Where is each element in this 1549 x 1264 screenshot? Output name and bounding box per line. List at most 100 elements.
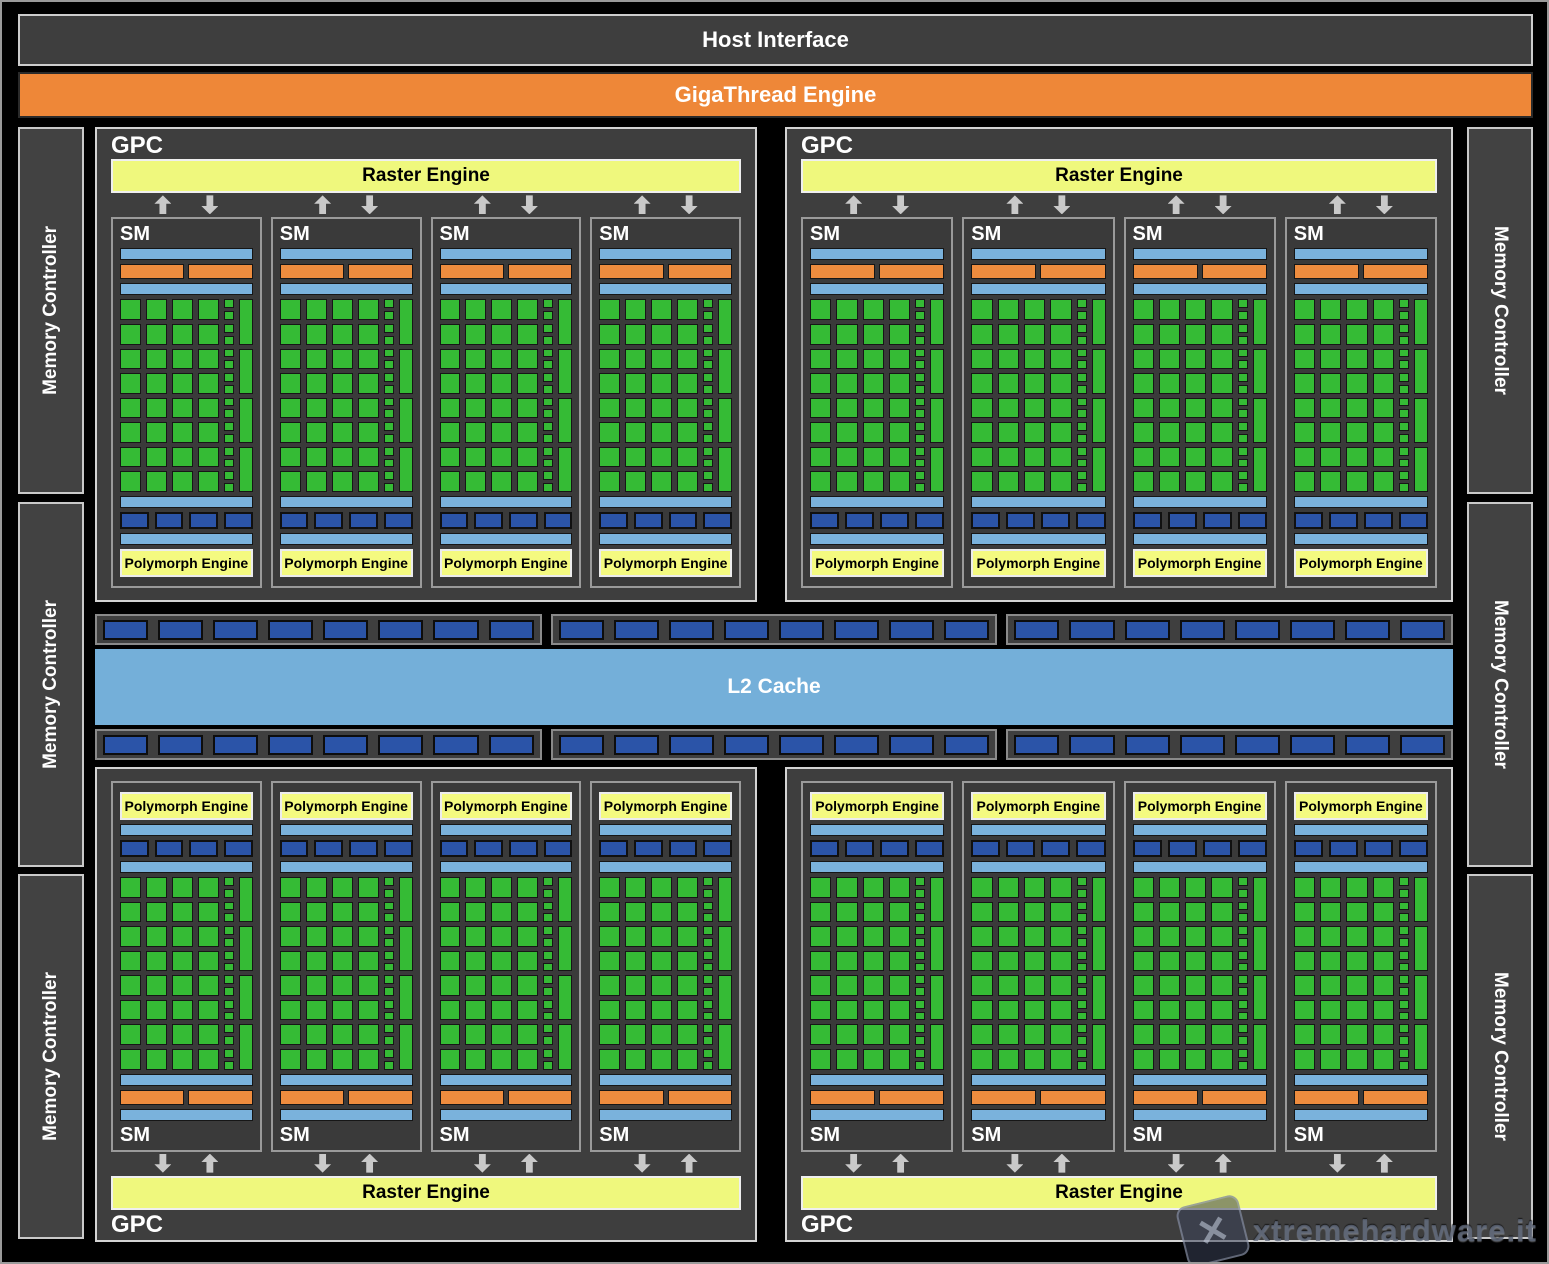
ldst-stack (703, 950, 713, 972)
ldst-unit-cell (703, 901, 713, 911)
cuda-core-cell (491, 926, 513, 947)
cuda-core-cell (971, 1024, 993, 1046)
memory-controller-label: Memory Controller (40, 972, 61, 1141)
sm-row: SM Polymorph Engine SM Polymorph Engine SM Po… (111, 217, 741, 588)
sfu-cell (1252, 348, 1267, 394)
cuda-core-cell (677, 323, 698, 345)
cuda-core-cell (862, 901, 884, 923)
polymorph-engine-block: Polymorph Engine (1293, 792, 1428, 820)
rop-cell (1234, 619, 1280, 640)
sfu-cell (238, 397, 253, 443)
cuda-core-cell (171, 446, 193, 468)
texture-unit-cell (314, 840, 344, 857)
ldst-stack (1076, 446, 1087, 468)
arrow-up-icon (680, 1153, 698, 1173)
cuda-core-cell (1211, 999, 1233, 1021)
ldst-unit-cell (1237, 1049, 1248, 1058)
ldst-unit-cell (1237, 913, 1248, 923)
scheduler-cell (971, 264, 1037, 280)
cuda-core-cell (279, 950, 301, 972)
cuda-core-cell (145, 926, 167, 947)
polymorph-engine-block: Polymorph Engine (599, 549, 732, 577)
ldst-unit-cell (703, 1060, 713, 1070)
cuda-core-cell (517, 299, 539, 320)
rop-strip (1006, 729, 1454, 760)
ldst-unit-cell (1399, 335, 1409, 345)
cuda-core-cell (1185, 1049, 1207, 1070)
cuda-core-cell (862, 950, 884, 972)
cuda-core-cell (971, 950, 993, 972)
ldst-stack (915, 422, 926, 443)
sm-label: SM (120, 223, 150, 246)
scheduler-cell (667, 264, 732, 280)
sfu-cell (238, 299, 253, 345)
cuda-core-cell (1372, 926, 1394, 947)
cuda-core-cell (279, 323, 301, 345)
cuda-core-cell (197, 950, 219, 972)
cuda-core-cell (810, 397, 832, 419)
ldst-stack (915, 446, 926, 468)
cuda-core-cell (677, 950, 698, 972)
cuda-core-cell (145, 397, 167, 419)
cuda-core-cell (677, 348, 698, 370)
ldst-unit-cell (543, 987, 554, 996)
ldst-unit-cell (703, 877, 713, 886)
cache-bar (1132, 283, 1267, 296)
sfu-cell (398, 877, 413, 923)
cuda-core-cell (1050, 999, 1072, 1021)
ldst-unit-cell (543, 877, 554, 886)
sm-block: SM Polymorph Engine (801, 217, 954, 588)
cuda-core-cell (1023, 999, 1046, 1021)
cuda-core-cell (599, 950, 621, 972)
sm-raster-arrow-pair (1124, 1153, 1276, 1174)
memory-controller-label: Memory Controller (1490, 972, 1511, 1141)
ldst-unit-cell (703, 422, 713, 432)
cuda-core-cell (1023, 397, 1046, 419)
rop-cell (488, 619, 534, 640)
arrow-down-icon (633, 1153, 651, 1173)
cuda-core-cell (836, 299, 858, 320)
sm-raster-arrow-pair (111, 195, 262, 215)
cuda-core-cell (836, 1024, 858, 1046)
cuda-core-cell (517, 422, 539, 443)
cuda-core-cell (357, 926, 379, 947)
ldst-unit-cell (383, 422, 394, 432)
cuda-core-cell (279, 373, 301, 394)
texture-unit-cell (1041, 840, 1071, 857)
ldst-unit-cell (223, 913, 234, 923)
ldst-unit-cell (915, 384, 926, 394)
texture-unit-cell (915, 512, 945, 529)
cuda-core-cell (331, 975, 353, 996)
ldst-unit-cell (1237, 348, 1248, 358)
arrow-up-icon (154, 195, 172, 215)
cuda-core-cell (331, 348, 353, 370)
ldst-unit-cell (703, 1011, 713, 1021)
ldst-unit-cell (1237, 446, 1248, 456)
arrow-up-icon (892, 1153, 910, 1173)
ldst-unit-cell (1237, 397, 1248, 407)
ldst-stack (1237, 397, 1248, 419)
cuda-core-cell (331, 446, 353, 468)
cuda-core-cell (599, 926, 621, 947)
core-grid (1132, 877, 1267, 1070)
cuda-core-cell (1185, 1024, 1207, 1046)
memory-controller-block: Memory Controller (18, 127, 84, 494)
cuda-core-cell (331, 299, 353, 320)
sfu-cell (930, 877, 945, 923)
sfu-cell (718, 926, 732, 972)
ldst-stack (1399, 1024, 1409, 1046)
sfu-cell (1414, 975, 1428, 1021)
ldst-unit-cell (703, 950, 713, 960)
ldst-stack (1399, 926, 1409, 947)
cuda-core-cell (1132, 999, 1154, 1021)
ldst-stack (1076, 901, 1087, 923)
ldst-unit-cell (543, 311, 554, 320)
texture-unit-cell (633, 512, 663, 529)
cuda-core-cell (1211, 1049, 1233, 1070)
cuda-core-cell (1185, 926, 1207, 947)
scheduler-cell (1362, 1089, 1428, 1105)
ldst-stack (543, 422, 554, 443)
ldst-stack (1399, 422, 1409, 443)
cuda-core-cell (810, 999, 832, 1021)
sfu-cell (558, 1024, 573, 1070)
